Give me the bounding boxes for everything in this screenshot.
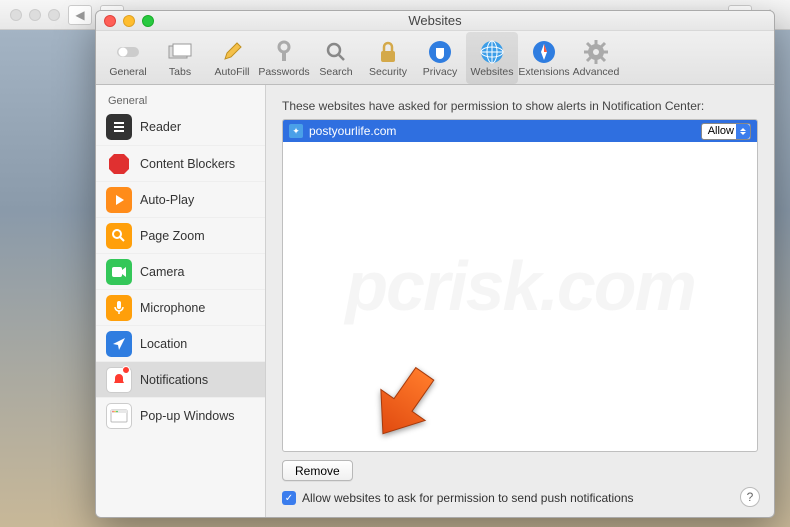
sidebar-item-notifications[interactable]: Notifications bbox=[96, 361, 265, 397]
dot-disabled bbox=[48, 9, 60, 21]
website-row[interactable]: ✦ postyourlife.com Allow bbox=[283, 120, 757, 142]
search-icon bbox=[322, 38, 350, 66]
watermark-text: pcrisk.com bbox=[345, 246, 695, 326]
chevrons-icon bbox=[736, 124, 750, 139]
toolbar-item-autofill[interactable]: AutoFill bbox=[206, 32, 258, 84]
sidebar: General Reader Content Blockers Auto-Pla… bbox=[96, 85, 266, 517]
toolbar-label: Websites bbox=[471, 66, 514, 78]
zoom-icon bbox=[106, 223, 132, 249]
sidebar-item-microphone[interactable]: Microphone bbox=[96, 289, 265, 325]
preferences-toolbar: General Tabs AutoFill Passwords Search S… bbox=[96, 31, 774, 85]
sidebar-item-label: Reader bbox=[140, 120, 181, 134]
dot-disabled bbox=[29, 9, 41, 21]
notification-badge bbox=[122, 366, 130, 374]
close-window-button[interactable] bbox=[104, 15, 116, 27]
help-label: ? bbox=[747, 490, 754, 504]
checkbox-label: Allow websites to ask for permission to … bbox=[302, 491, 634, 505]
sidebar-item-reader[interactable]: Reader bbox=[96, 109, 265, 145]
remove-button[interactable]: Remove bbox=[282, 460, 353, 481]
toolbar-item-privacy[interactable]: Privacy bbox=[414, 32, 466, 84]
play-icon bbox=[106, 187, 132, 213]
window-title: Websites bbox=[96, 13, 774, 28]
sidebar-header: General bbox=[96, 91, 265, 109]
toolbar-label: Search bbox=[319, 66, 352, 78]
switch-icon bbox=[114, 38, 142, 66]
back-button[interactable]: ◀ bbox=[68, 5, 92, 25]
toolbar-item-general[interactable]: General bbox=[102, 32, 154, 84]
sidebar-item-label: Content Blockers bbox=[140, 157, 235, 171]
browser-traffic-lights bbox=[10, 9, 60, 21]
zoom-window-button[interactable] bbox=[142, 15, 154, 27]
toolbar-label: Security bbox=[369, 66, 407, 78]
permission-value: Allow bbox=[708, 125, 734, 137]
toolbar-item-extensions[interactable]: Extensions bbox=[518, 32, 570, 84]
website-row-domain: postyourlife.com bbox=[309, 124, 701, 138]
pencil-icon bbox=[218, 38, 246, 66]
toolbar-item-security[interactable]: Security bbox=[362, 32, 414, 84]
sidebar-item-auto-play[interactable]: Auto-Play bbox=[96, 181, 265, 217]
preferences-window: Websites General Tabs AutoFill Passwords… bbox=[95, 10, 775, 518]
toolbar-label: Passwords bbox=[258, 66, 309, 78]
site-favicon-icon: ✦ bbox=[289, 124, 303, 138]
toolbar-item-search[interactable]: Search bbox=[310, 32, 362, 84]
toolbar-label: Advanced bbox=[573, 66, 620, 78]
sidebar-item-content-blockers[interactable]: Content Blockers bbox=[96, 145, 265, 181]
help-button[interactable]: ? bbox=[740, 487, 760, 507]
sidebar-item-page-zoom[interactable]: Page Zoom bbox=[96, 217, 265, 253]
dot-disabled bbox=[10, 9, 22, 21]
websites-list[interactable]: pcrisk.com ✦ postyourlife.com Allow bbox=[282, 119, 758, 452]
window-icon bbox=[106, 403, 132, 429]
camera-icon bbox=[106, 259, 132, 285]
sidebar-item-label: Location bbox=[140, 337, 187, 351]
tabs-icon bbox=[166, 38, 194, 66]
location-arrow-icon bbox=[106, 331, 132, 357]
sidebar-item-popup-windows[interactable]: Pop-up Windows bbox=[96, 397, 265, 433]
sidebar-item-camera[interactable]: Camera bbox=[96, 253, 265, 289]
allow-prompt-checkbox-row[interactable]: ✓ Allow websites to ask for permission t… bbox=[282, 491, 758, 505]
sidebar-item-label: Auto-Play bbox=[140, 193, 194, 207]
toolbar-label: Tabs bbox=[169, 66, 191, 78]
sidebar-item-label: Microphone bbox=[140, 301, 205, 315]
sidebar-item-location[interactable]: Location bbox=[96, 325, 265, 361]
sidebar-item-label: Notifications bbox=[140, 373, 208, 387]
main-panel: These websites have asked for permission… bbox=[266, 85, 774, 517]
toolbar-label: General bbox=[109, 66, 146, 78]
globe-icon bbox=[478, 38, 506, 66]
button-label: Remove bbox=[295, 464, 340, 478]
sidebar-item-label: Camera bbox=[140, 265, 184, 279]
hand-icon bbox=[426, 38, 454, 66]
sidebar-item-label: Pop-up Windows bbox=[140, 409, 235, 423]
window-traffic-lights bbox=[104, 15, 154, 27]
permission-select[interactable]: Allow bbox=[701, 123, 751, 140]
toolbar-item-websites[interactable]: Websites bbox=[466, 32, 518, 84]
microphone-icon bbox=[106, 295, 132, 321]
stop-icon bbox=[106, 151, 132, 177]
reader-icon bbox=[106, 114, 132, 140]
titlebar: Websites bbox=[96, 11, 774, 31]
toolbar-item-tabs[interactable]: Tabs bbox=[154, 32, 206, 84]
toolbar-label: AutoFill bbox=[214, 66, 249, 78]
sidebar-item-label: Page Zoom bbox=[140, 229, 205, 243]
key-icon bbox=[270, 38, 298, 66]
checkbox-checked-icon[interactable]: ✓ bbox=[282, 491, 296, 505]
compass-icon bbox=[530, 38, 558, 66]
toolbar-label: Extensions bbox=[518, 66, 569, 78]
gear-icon bbox=[582, 38, 610, 66]
minimize-window-button[interactable] bbox=[123, 15, 135, 27]
toolbar-label: Privacy bbox=[423, 66, 457, 78]
lock-icon bbox=[374, 38, 402, 66]
panel-description: These websites have asked for permission… bbox=[282, 99, 758, 113]
toolbar-item-advanced[interactable]: Advanced bbox=[570, 32, 622, 84]
toolbar-item-passwords[interactable]: Passwords bbox=[258, 32, 310, 84]
